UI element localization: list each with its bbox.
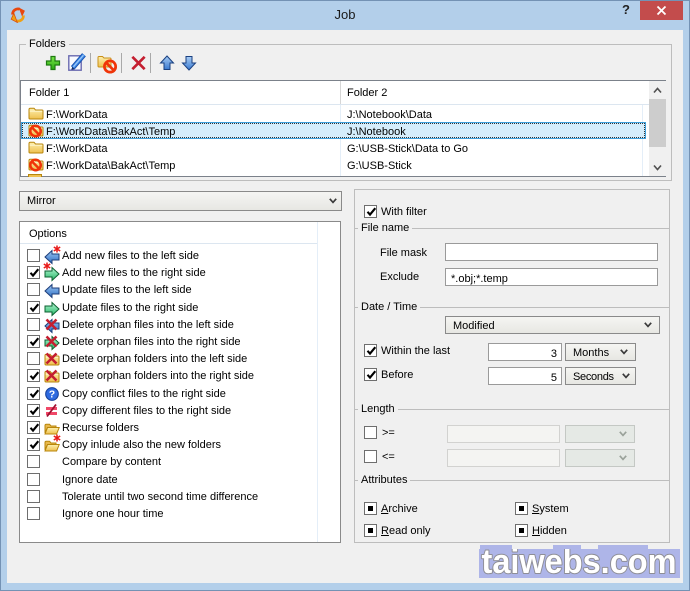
svg-text:taiwebs.com: taiwebs.com	[482, 549, 677, 578]
